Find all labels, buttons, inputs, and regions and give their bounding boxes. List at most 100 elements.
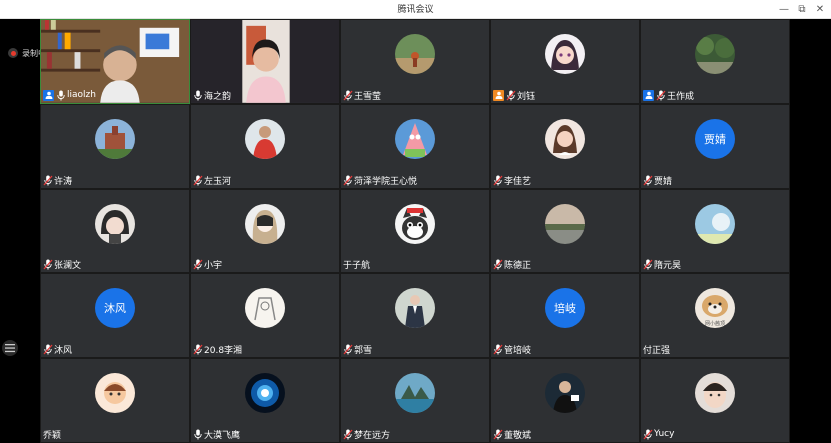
participant-tile[interactable]: 刘钰	[490, 19, 640, 104]
avatar: 贾婧	[695, 118, 735, 159]
participant-tile[interactable]: 贾婧 贾婧	[640, 103, 790, 189]
participant-name: 沐风	[54, 346, 73, 357]
participant-tile[interactable]: 王雪莹	[340, 19, 490, 104]
mic-muted-icon[interactable]	[193, 175, 203, 186]
participant-tile[interactable]: Yucy	[640, 358, 790, 443]
participant-tile[interactable]: 沐风 沐风	[40, 273, 190, 359]
mic-muted-icon[interactable]	[193, 344, 203, 355]
title-bar: 腾讯会议 — ⧉ ✕	[0, 0, 831, 19]
avatar	[545, 373, 585, 414]
participant-tile[interactable]: 许涛	[40, 103, 190, 189]
name-bar: 贾婧	[643, 174, 672, 187]
participant-name: 许涛	[54, 176, 73, 187]
participant-name: 李佳艺	[504, 176, 532, 187]
mic-muted-icon[interactable]	[643, 259, 653, 270]
avatar: 沐风	[95, 288, 135, 329]
participant-tile[interactable]: 网小茜顶 付正强	[640, 273, 790, 359]
avatar-caption: 网小茜顶	[704, 321, 725, 328]
participant-name: 菏泽学院王心悦	[354, 176, 418, 187]
avatar	[95, 373, 135, 414]
participant-name: 贾婧	[654, 176, 673, 187]
participant-tile[interactable]: 20.8李湘	[190, 273, 340, 359]
participant-list-icon[interactable]	[2, 340, 18, 356]
participant-tile[interactable]: 培岐管培岐	[490, 273, 640, 359]
name-bar: 20.8李湘	[193, 343, 242, 356]
mic-muted-icon[interactable]	[343, 90, 353, 101]
participant-tile[interactable]: 隋元昊	[640, 188, 790, 274]
name-bar: 隋元昊	[643, 258, 681, 271]
avatar	[545, 34, 585, 74]
mic-muted-icon[interactable]	[493, 344, 503, 355]
participant-tile[interactable]: 梦在远方	[340, 358, 490, 443]
avatar: 培岐	[545, 288, 585, 329]
host-icon	[643, 89, 654, 101]
participant-name: 大漠飞鹰	[204, 430, 241, 441]
participant-name: 梦在远方	[354, 430, 391, 441]
mic-muted-icon[interactable]	[343, 344, 353, 355]
participant-name: 隋元昊	[654, 261, 682, 272]
participant-tile[interactable]: 董敬斌	[490, 358, 640, 443]
record-icon	[8, 48, 18, 58]
avatar	[95, 118, 135, 159]
participant-name: 乔颖	[43, 430, 62, 441]
avatar	[695, 373, 735, 414]
mic-muted-icon[interactable]	[656, 90, 666, 101]
name-bar: 菏泽学院王心悦	[343, 174, 417, 187]
avatar	[395, 373, 435, 414]
participant-tile[interactable]: 大漠飞鹰	[190, 358, 340, 443]
avatar	[395, 288, 435, 329]
participant-tile[interactable]: 小宇	[190, 188, 340, 274]
participant-tile[interactable]: 于子航	[340, 188, 490, 274]
mic-icon[interactable]	[193, 429, 203, 440]
participant-name: 海之韵	[204, 91, 232, 102]
avatar	[245, 203, 285, 244]
participant-name: 张澜文	[54, 261, 82, 272]
name-bar: Yucy	[643, 428, 674, 441]
participant-tile[interactable]: 海之韵	[190, 19, 340, 104]
mic-muted-icon[interactable]	[506, 90, 516, 101]
participant-tile[interactable]: 王作成	[640, 19, 790, 104]
mic-muted-icon[interactable]	[43, 175, 53, 186]
participant-name: 管培岐	[504, 346, 532, 357]
mic-muted-icon[interactable]	[643, 175, 653, 186]
participant-tile[interactable]: liaolzh	[40, 19, 190, 104]
avatar	[245, 373, 285, 414]
avatar	[395, 118, 435, 159]
mic-muted-icon[interactable]	[493, 259, 503, 270]
mic-icon[interactable]	[56, 90, 66, 101]
participant-tile[interactable]: 张澜文	[40, 188, 190, 274]
mic-muted-icon[interactable]	[643, 429, 653, 440]
name-bar: 许涛	[43, 174, 72, 187]
name-bar: 刘钰	[493, 89, 535, 102]
mic-muted-icon[interactable]	[493, 175, 503, 186]
mic-icon[interactable]	[193, 90, 203, 101]
participant-tile[interactable]: 菏泽学院王心悦	[340, 103, 490, 189]
name-bar: 董敬斌	[493, 428, 531, 441]
avatar	[545, 118, 585, 159]
mic-muted-icon[interactable]	[43, 344, 53, 355]
participant-tile[interactable]: 左玉河	[190, 103, 340, 189]
mic-muted-icon[interactable]	[343, 175, 353, 186]
name-bar: 沐风	[43, 343, 72, 356]
avatar	[245, 288, 285, 329]
avatar	[545, 203, 585, 244]
participant-name: Yucy	[654, 429, 675, 440]
name-bar: 左玉河	[193, 174, 231, 187]
name-bar: 于子航	[343, 258, 370, 271]
participant-tile[interactable]: 乔颖	[40, 358, 190, 443]
participant-tile[interactable]: 陈德正	[490, 188, 640, 274]
mic-muted-icon[interactable]	[43, 259, 53, 270]
mic-muted-icon[interactable]	[343, 429, 353, 440]
participant-name: 左玉河	[204, 176, 232, 187]
mic-muted-icon[interactable]	[193, 259, 203, 270]
participant-tile[interactable]: 李佳艺	[490, 103, 640, 189]
host-icon	[43, 89, 54, 101]
cohost-icon	[493, 89, 504, 101]
participant-tile[interactable]: 郭雪	[340, 273, 490, 359]
participant-name: 王雪莹	[354, 91, 382, 102]
close-icon[interactable]: ✕	[809, 0, 831, 19]
name-bar: 郭雪	[343, 343, 372, 356]
mic-muted-icon[interactable]	[493, 429, 503, 440]
participant-name: 于子航	[343, 261, 371, 272]
window-title: 腾讯会议	[397, 5, 434, 15]
